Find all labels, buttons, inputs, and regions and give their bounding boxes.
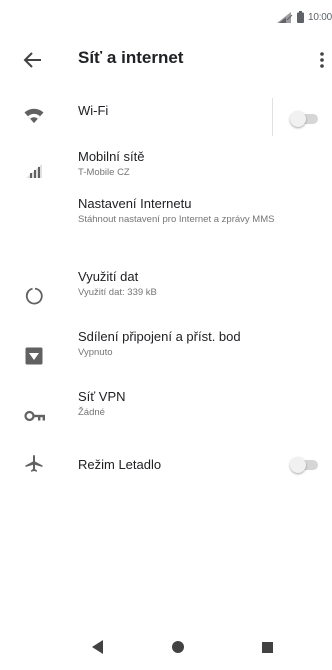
battery-icon [296, 11, 304, 23]
setting-summary: Žádné [78, 407, 105, 418]
setting-item-airplane-mode[interactable]: Režim Letadlo [0, 446, 332, 496]
more-options-icon[interactable] [318, 49, 326, 71]
setting-title: Síť VPN [78, 389, 126, 404]
wifi-toggle[interactable] [290, 111, 320, 127]
nav-back-icon[interactable] [92, 640, 104, 659]
toggle-thumb [290, 111, 306, 127]
setting-title: Sdílení připojení a příst. bod [78, 329, 241, 344]
back-arrow-icon[interactable] [22, 49, 44, 71]
setting-title: Mobilní sítě [78, 149, 145, 164]
setting-item-mobile-networks[interactable]: Mobilní sítě T-Mobile CZ [0, 146, 332, 196]
setting-item-vpn[interactable]: Síť VPN Žádné [0, 386, 332, 446]
setting-summary: Využití dat: 339 kB [78, 287, 157, 298]
app-bar: Síť a internet [0, 34, 332, 86]
page-title: Síť a internet [78, 48, 184, 67]
setting-title: Režim Letadlo [78, 457, 162, 472]
setting-item-internet-settings[interactable]: Nastavení Internetu Stáhnout nastavení p… [0, 196, 332, 266]
nav-recents-icon[interactable] [262, 642, 273, 653]
setting-summary: Stáhnout nastavení pro Internet a zprávy… [78, 214, 275, 225]
setting-item-wifi[interactable]: Wi-Fi [0, 86, 332, 146]
hotspot-icon [24, 346, 44, 366]
setting-title: Nastavení Internetu [78, 196, 192, 211]
signal-icon [24, 162, 44, 182]
toggle-thumb [290, 457, 306, 473]
setting-summary: T-Mobile CZ [78, 167, 130, 178]
navigation-bar [0, 622, 332, 670]
airplane-icon [24, 454, 44, 474]
setting-item-hotspot[interactable]: Sdílení připojení a příst. bod Vypnuto [0, 326, 332, 386]
data-usage-icon [24, 286, 44, 306]
status-time: 10:00 [307, 11, 332, 23]
setting-title: Wi-Fi [78, 103, 109, 118]
nav-home-icon[interactable] [172, 641, 184, 653]
cellular-signal-icon [276, 11, 293, 23]
setting-summary: Vypnuto [78, 347, 113, 358]
divider [272, 98, 273, 136]
airplane-mode-toggle[interactable] [290, 457, 320, 473]
setting-item-data-usage[interactable]: Využití dat Využití dat: 339 kB [0, 266, 332, 326]
status-bar: 10:00 [0, 0, 332, 34]
vpn-key-icon [24, 406, 45, 426]
wifi-icon [24, 108, 44, 128]
setting-title: Využití dat [78, 269, 139, 284]
status-icons: 10:00 [276, 11, 332, 23]
